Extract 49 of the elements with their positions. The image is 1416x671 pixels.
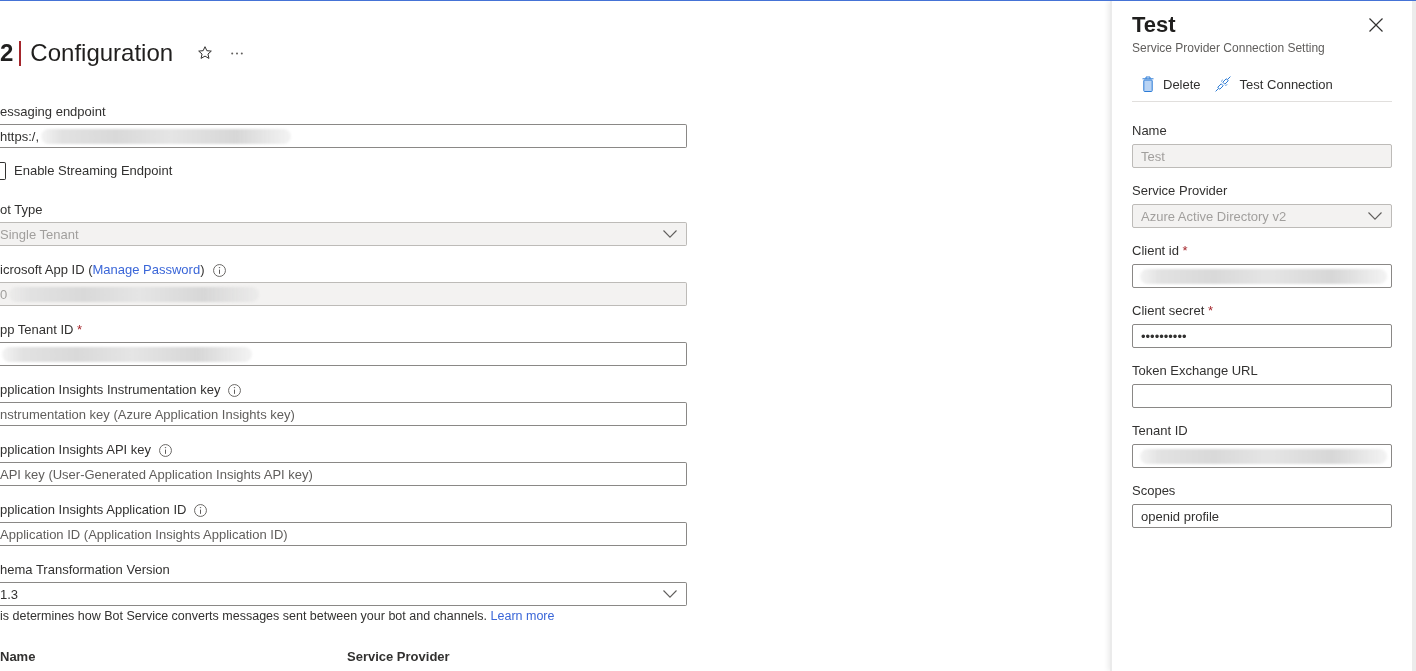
help-text: is determines how Bot Service converts messages sent between your bot and channels. Learn more [0,608,556,624]
chevron-down-icon [663,230,677,238]
checkbox[interactable] [0,162,6,180]
text-input[interactable]: API key (User-Generated Application Insights API key) [0,462,687,486]
field-label: Service Provider [1132,182,1228,200]
title-fragment: 2 [0,38,14,68]
text-input[interactable] [1132,264,1392,288]
field-label: pplication Insights Application ID [0,501,187,519]
trash-icon [1142,76,1154,92]
link-icon [1214,76,1231,92]
field-label: pplication Insights API key [0,441,152,459]
delete-button[interactable]: Delete [1142,72,1201,96]
checkbox-label: Enable Streaming Endpoint [14,162,173,180]
star-icon[interactable] [198,46,213,60]
field-label: essaging endpoint [0,103,106,121]
field-label: Scopes [1132,482,1176,500]
text-input[interactable] [1132,444,1392,468]
more-icon[interactable] [231,51,244,55]
close-icon [1369,18,1383,32]
text-input[interactable]: nstrumentation key (Azure Application Insights key) [0,402,687,426]
info-icon[interactable] [228,383,242,397]
text-input[interactable]: •••••••••• [1132,324,1392,348]
dropdown[interactable]: 1.3 [0,582,687,606]
text-input[interactable] [1132,384,1392,408]
field-label: Token Exchange URL [1132,362,1258,380]
field-label: Client id * [1132,242,1188,260]
field-label: pplication Insights Instrumentation key [0,381,221,399]
field-label: hema Transformation Version [0,561,170,579]
field-label: icrosoft App ID (Manage Password) [0,261,205,279]
field-label: pp Tenant ID * [0,321,83,339]
panel-subtitle: Service Provider Connection Setting [1132,40,1326,56]
text-input[interactable]: https:/, [0,124,687,148]
panel-title: Test [1132,11,1176,39]
field-label: ot Type [0,201,43,219]
info-icon[interactable] [159,443,173,457]
text-input[interactable]: openid profile [1132,504,1392,528]
text-input[interactable]: Application ID (Application Insights Application ID) [0,522,687,546]
column-header: Service Provider [347,648,451,666]
column-header: Name [0,648,37,666]
info-icon[interactable] [194,503,208,517]
field-label: Name [1132,122,1167,140]
field-label: Tenant ID [1132,422,1188,440]
text-input[interactable] [0,342,687,366]
chevron-down-icon [663,590,677,598]
field-label: Client secret * [1132,302,1213,320]
test-connection-button[interactable]: Test Connection [1214,72,1333,96]
learn-more-link[interactable]: Learn more [490,609,555,623]
page-title: Configuration [30,38,174,68]
chevron-down-icon [1368,212,1382,220]
